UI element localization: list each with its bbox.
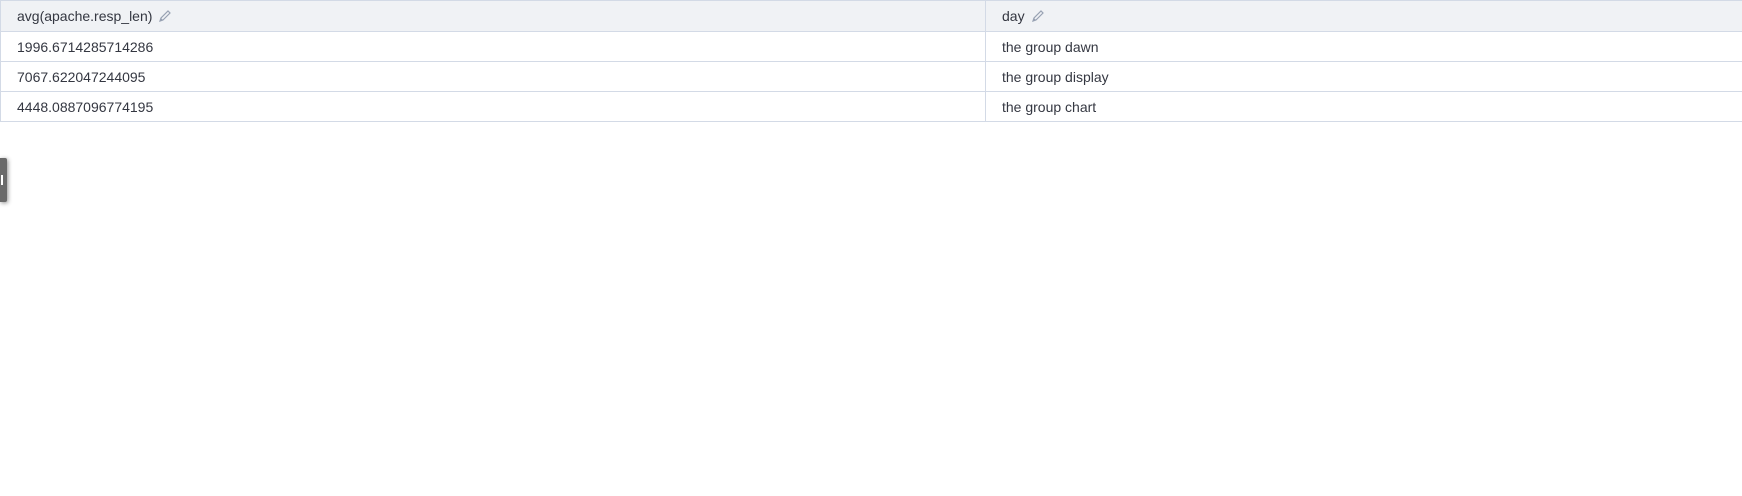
table-cell-value: 4448.0887096774195 [0, 91, 986, 122]
panel-resize-handle[interactable] [0, 158, 7, 202]
column-header-label: day [1002, 8, 1025, 24]
column-header-avg-resp-len[interactable]: avg(apache.resp_len) [0, 0, 986, 32]
data-table-container: avg(apache.resp_len) day 1996.6714285714… [0, 0, 1742, 122]
table-cell-day: the group chart [985, 91, 1742, 122]
table-row: 1996.6714285714286 the group dawn [0, 31, 1742, 62]
table-cell-value: 1996.6714285714286 [0, 31, 986, 62]
column-header-label: avg(apache.resp_len) [17, 8, 153, 24]
table-cell-value: 7067.622047244095 [0, 61, 986, 92]
column-header-day[interactable]: day [985, 0, 1742, 32]
table-row: 4448.0887096774195 the group chart [0, 91, 1742, 122]
pencil-icon[interactable] [158, 9, 172, 23]
table-row: 7067.622047244095 the group display [0, 61, 1742, 92]
table-cell-day: the group dawn [985, 31, 1742, 62]
data-table: avg(apache.resp_len) day 1996.6714285714… [0, 0, 1742, 122]
table-cell-day: the group display [985, 61, 1742, 92]
table-header-row: avg(apache.resp_len) day [0, 0, 1742, 32]
pencil-icon[interactable] [1031, 9, 1045, 23]
